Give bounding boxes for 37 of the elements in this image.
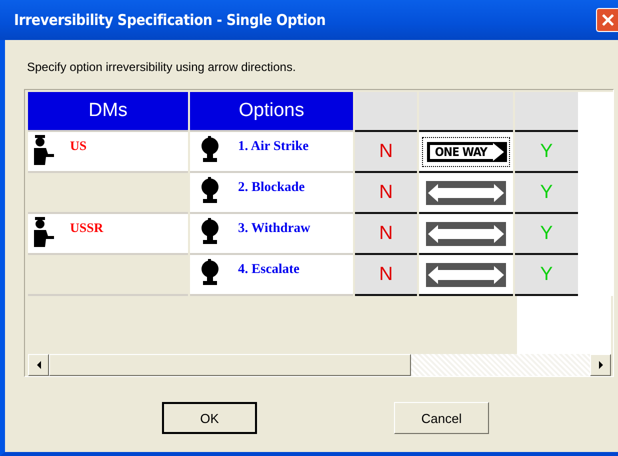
person-icon (32, 217, 56, 247)
close-button[interactable] (596, 8, 618, 32)
person-icon (32, 135, 56, 165)
table-cell: N (355, 255, 417, 296)
table-cell: N (355, 214, 417, 255)
option-name: 3. Withdraw (238, 220, 310, 236)
scroll-left-button[interactable] (28, 354, 49, 376)
table-cell: N (355, 173, 417, 214)
dm-name: USSR (70, 220, 104, 236)
globe-icon (200, 176, 220, 204)
ok-button[interactable]: OK (162, 402, 257, 434)
option-name: 1. Air Strike (238, 138, 309, 154)
horizontal-scrollbar[interactable] (28, 354, 611, 376)
scrollbar-thumb[interactable] (49, 354, 411, 376)
option-name: 2. Blockade (238, 179, 305, 195)
instruction-text: Specify option irreversibility using arrow directions. (27, 60, 297, 74)
column-header: DMs (28, 92, 188, 132)
scroll-right-button[interactable] (590, 354, 611, 376)
column-header (515, 92, 578, 132)
globe-icon (200, 217, 220, 245)
table-cell: Y (515, 173, 578, 214)
column-header (355, 92, 417, 132)
window-title: Irreversibility Specification - Single Option (14, 11, 326, 29)
dm-name: US (70, 138, 87, 154)
globe-icon (200, 135, 220, 163)
column-header: Options (190, 92, 353, 132)
globe-icon (200, 258, 220, 286)
cancel-button[interactable]: Cancel (394, 402, 489, 434)
table-cell: N (355, 132, 417, 173)
close-icon (600, 13, 614, 27)
option-name: 4. Escalate (238, 261, 300, 277)
one-way-sign-button[interactable]: ONE WAY (422, 136, 510, 166)
right-arrow-icon (598, 361, 604, 369)
table-cell: Y (515, 132, 578, 173)
left-arrow-icon (36, 361, 42, 369)
table-cell: Y (515, 255, 578, 296)
table-cell: Y (515, 214, 578, 255)
